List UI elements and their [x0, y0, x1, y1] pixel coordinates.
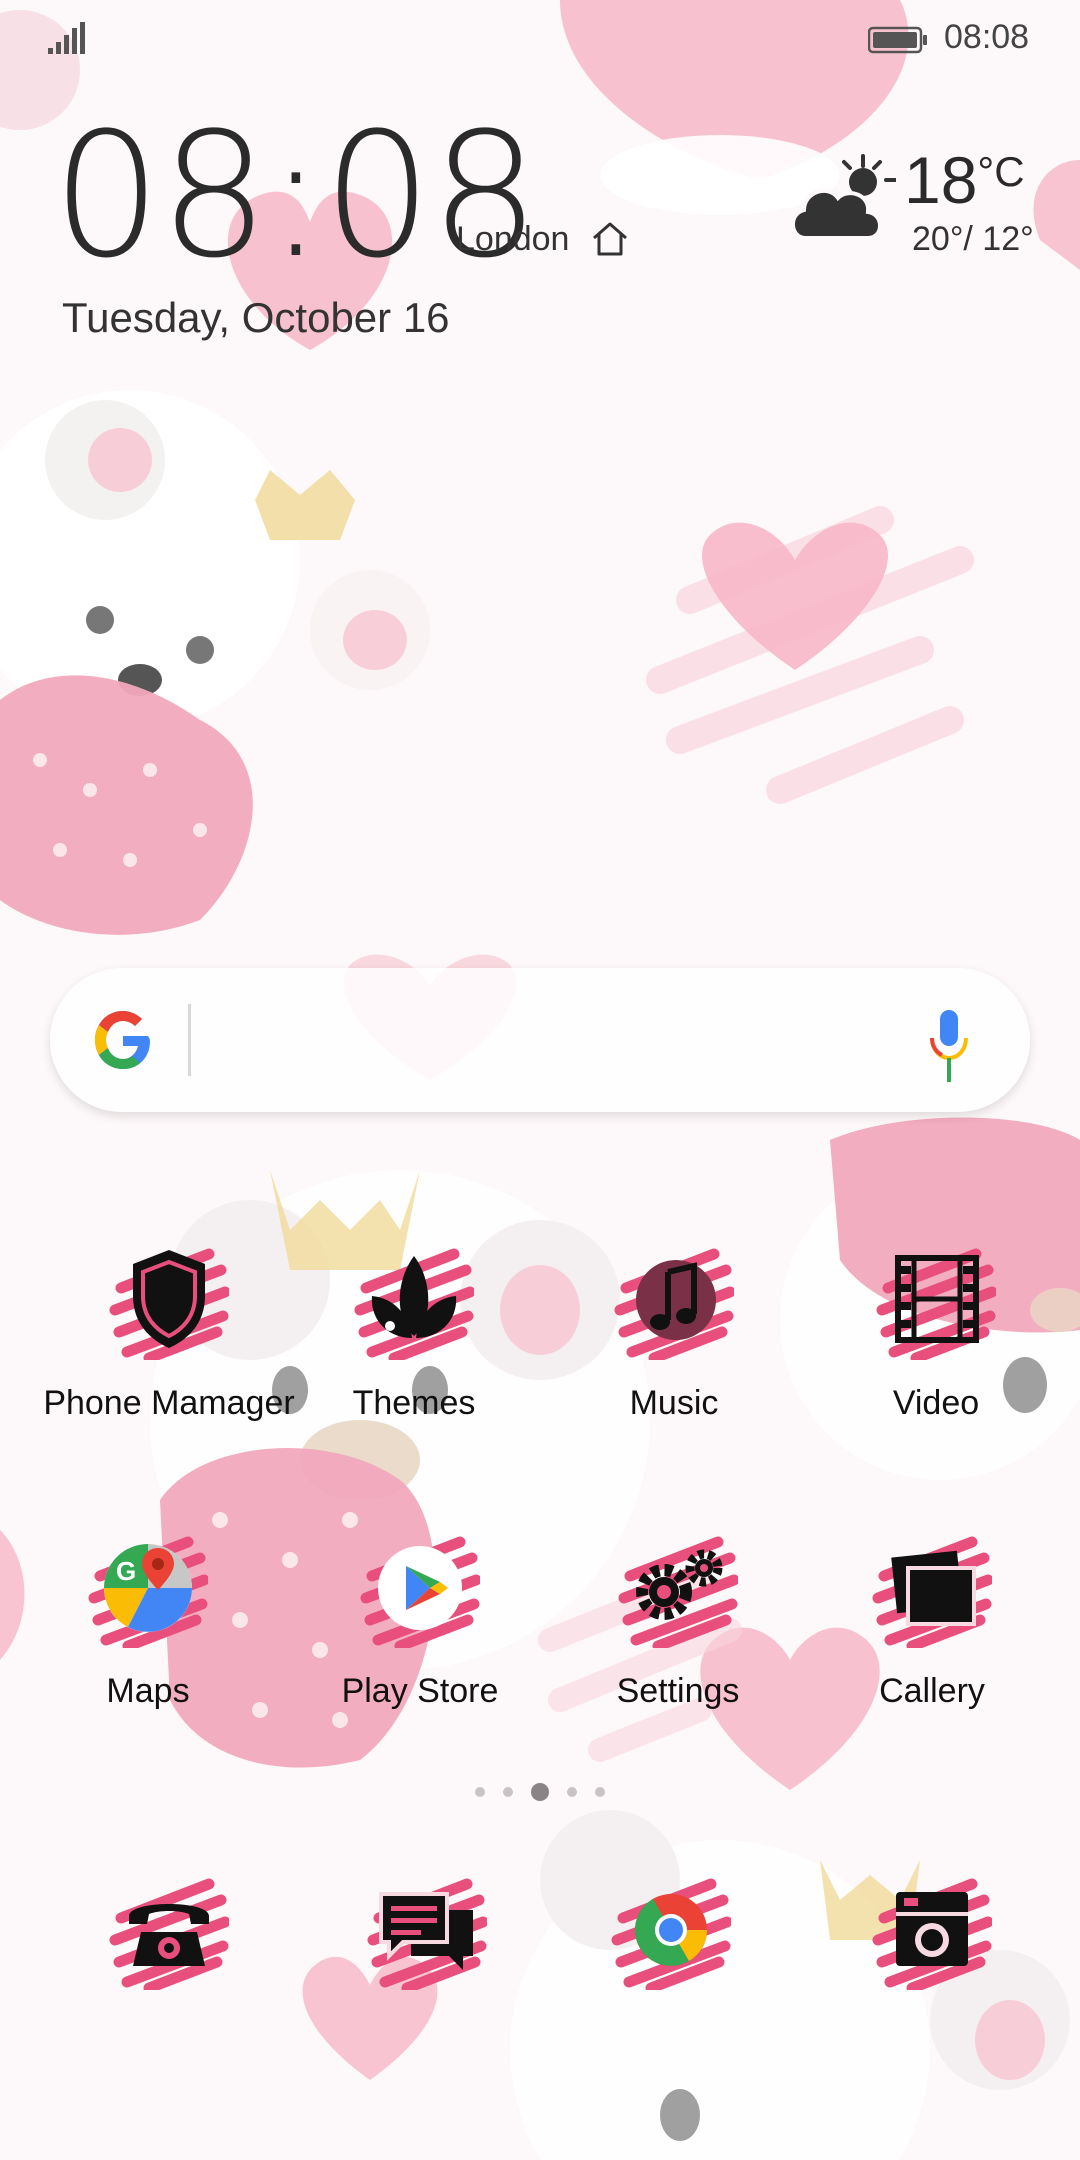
dock-messages[interactable] — [317, 1870, 537, 2090]
page-indicator[interactable] — [472, 1780, 608, 1804]
app-play-store[interactable]: Play Store — [310, 1528, 530, 1748]
app-label: Music — [629, 1384, 719, 1422]
weather-temperature[interactable]: 18°C — [904, 142, 1025, 218]
search-divider — [188, 1004, 191, 1076]
dock-camera[interactable] — [822, 1870, 1042, 2090]
app-phone-manager[interactable]: Phone Mamager — [43, 1240, 295, 1460]
app-label: Play Store — [341, 1672, 499, 1710]
temperature-value: 18 — [904, 143, 978, 217]
temperature-unit: °C — [977, 148, 1025, 195]
google-search-bar[interactable] — [50, 968, 1030, 1112]
phone-icon — [109, 1870, 229, 1990]
weather-high-low: 20°/ 12° — [912, 220, 1034, 258]
signal-icon — [48, 22, 85, 54]
app-music[interactable]: Music — [564, 1240, 784, 1460]
mic-icon[interactable] — [926, 1008, 972, 1084]
camera-icon — [872, 1870, 992, 1990]
film-icon — [876, 1240, 996, 1360]
clock-date[interactable]: Tuesday, October 16 — [62, 294, 450, 342]
google-logo-icon[interactable] — [90, 1005, 156, 1075]
maps-icon: G — [88, 1528, 208, 1648]
messages-icon — [367, 1870, 487, 1990]
battery-icon — [868, 26, 927, 54]
partly-cloudy-icon[interactable] — [788, 150, 896, 246]
home-icon — [593, 222, 627, 256]
app-themes[interactable]: Themes — [304, 1240, 524, 1460]
app-label: Maps — [106, 1672, 190, 1710]
status-time: 08:08 — [944, 18, 1030, 56]
app-label: Video — [892, 1384, 980, 1422]
app-label: Themes — [352, 1384, 476, 1422]
chrome-icon — [611, 1870, 731, 1990]
gears-icon — [618, 1528, 738, 1648]
app-gallery[interactable]: Callery — [822, 1528, 1042, 1748]
app-label: Callery — [879, 1672, 985, 1710]
app-settings[interactable]: Settings — [568, 1528, 788, 1748]
gallery-icon — [872, 1528, 992, 1648]
app-video[interactable]: Video — [826, 1240, 1046, 1460]
app-label: Settings — [616, 1672, 740, 1710]
app-label: Phone Mamager — [43, 1384, 295, 1422]
weather-city[interactable]: London — [456, 220, 569, 259]
leaf-icon — [354, 1240, 474, 1360]
svg-text:G: G — [116, 1556, 136, 1586]
music-note-icon — [614, 1240, 734, 1360]
play-store-icon — [360, 1528, 480, 1648]
shield-icon — [109, 1240, 229, 1360]
dock-phone[interactable] — [59, 1870, 279, 2090]
dock-chrome[interactable] — [561, 1870, 781, 2090]
app-maps[interactable]: G Maps — [38, 1528, 258, 1748]
